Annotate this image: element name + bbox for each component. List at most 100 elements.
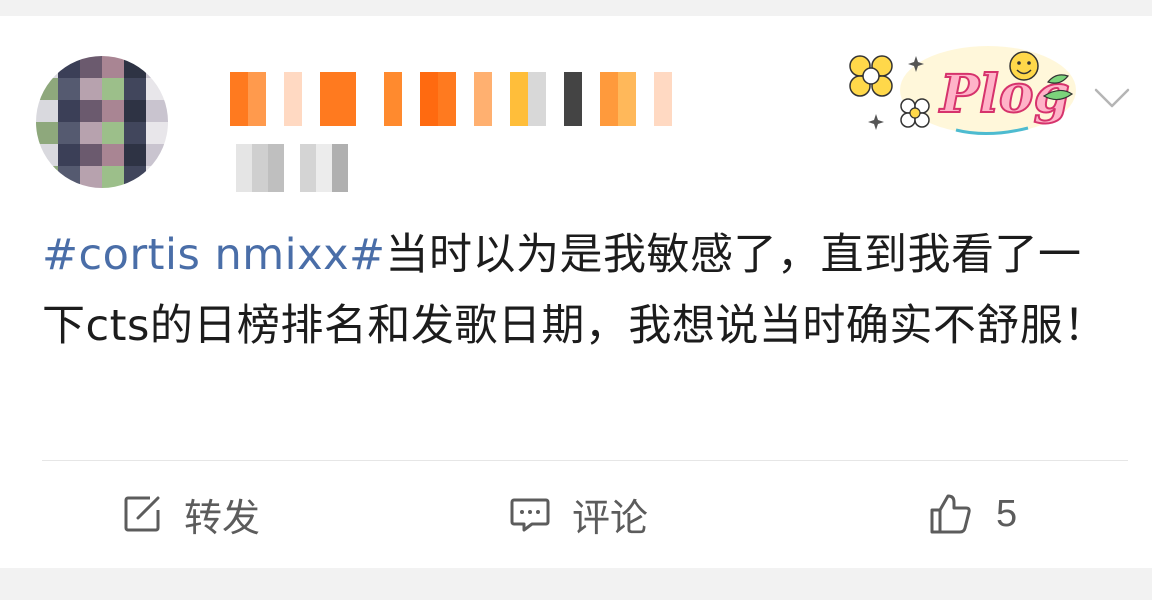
- mosaic-pixel: [284, 176, 300, 192]
- mosaic-pixel: [618, 90, 636, 108]
- mosaic-pixel: [102, 100, 124, 122]
- mosaic-pixel: [316, 160, 332, 176]
- mosaic-pixel: [102, 78, 124, 100]
- mosaic-pixel: [302, 108, 320, 126]
- mosaic-pixel: [600, 108, 618, 126]
- mosaic-pixel: [220, 176, 236, 192]
- mosaic-pixel: [384, 90, 402, 108]
- mosaic-pixel: [618, 72, 636, 90]
- mosaic-pixel: [252, 176, 268, 192]
- mosaic-pixel: [146, 100, 168, 122]
- mosaic-pixel: [384, 108, 402, 126]
- mosaic-pixel: [102, 144, 124, 166]
- mosaic-pixel: [102, 166, 124, 188]
- white-flower-icon: [900, 98, 930, 128]
- mosaic-pixel: [338, 72, 356, 90]
- mosaic-pixel: [438, 90, 456, 108]
- mosaic-pixel: [268, 160, 284, 176]
- hashtag-link[interactable]: #cortis nmixx#: [42, 230, 386, 280]
- mosaic-pixel: [284, 90, 302, 108]
- avatar[interactable]: [36, 56, 168, 188]
- mosaic-pixel: [80, 100, 102, 122]
- mosaic-pixel: [402, 90, 420, 108]
- yellow-flower-icon: [849, 55, 893, 97]
- mosaic-pixel: [124, 166, 146, 188]
- mosaic-pixel: [58, 56, 80, 78]
- mosaic-pixel: [316, 144, 332, 160]
- mosaic-pixel: [600, 72, 618, 90]
- mosaic-pixel: [80, 78, 102, 100]
- mosaic-pixel: [456, 72, 474, 90]
- mosaic-pixel: [36, 78, 58, 100]
- mosaic-pixel: [300, 160, 316, 176]
- mosaic-pixel: [124, 100, 146, 122]
- chevron-down-icon: [1094, 88, 1130, 108]
- mosaic-pixel: [268, 144, 284, 160]
- mosaic-pixel: [654, 108, 672, 126]
- mosaic-pixel: [384, 72, 402, 90]
- mosaic-pixel: [268, 176, 284, 192]
- mosaic-pixel: [672, 90, 690, 108]
- mosaic-pixel: [492, 72, 510, 90]
- mosaic-pixel: [102, 56, 124, 78]
- mosaic-pixel: [438, 72, 456, 90]
- mosaic-pixel: [58, 78, 80, 100]
- mosaic-pixel: [80, 166, 102, 188]
- post-card: Plog #cortis nmixx#当时以为是我敏感了，直到我看了一下cts的…: [0, 16, 1152, 568]
- mosaic-pixel: [36, 122, 58, 144]
- mosaic-pixel: [636, 108, 654, 126]
- mosaic-pixel: [36, 100, 58, 122]
- mosaic-pixel: [636, 72, 654, 90]
- mosaic-pixel: [220, 144, 236, 160]
- repost-button[interactable]: 转发: [120, 488, 260, 540]
- mosaic-pixel: [266, 72, 284, 90]
- mosaic-pixel: [266, 108, 284, 126]
- mosaic-pixel: [492, 108, 510, 126]
- mosaic-pixel: [146, 144, 168, 166]
- mosaic-pixel: [236, 176, 252, 192]
- mosaic-pixel: [564, 72, 582, 90]
- mosaic-pixel: [320, 72, 338, 90]
- mosaic-pixel: [58, 144, 80, 166]
- mosaic-pixel: [528, 90, 546, 108]
- mosaic-pixel: [338, 90, 356, 108]
- mosaic-pixel: [564, 108, 582, 126]
- mosaic-pixel: [36, 144, 58, 166]
- mosaic-pixel: [672, 72, 690, 90]
- mosaic-pixel: [672, 108, 690, 126]
- mosaic-pixel: [402, 108, 420, 126]
- mosaic-pixel: [654, 90, 672, 108]
- mosaic-pixel: [266, 90, 284, 108]
- mosaic-pixel: [284, 160, 300, 176]
- mosaic-pixel: [102, 122, 124, 144]
- mosaic-pixel: [252, 144, 268, 160]
- username-mosaic-2[interactable]: [384, 72, 690, 126]
- edit-share-icon: [124, 496, 160, 532]
- mosaic-pixel: [546, 72, 564, 90]
- divider: [42, 460, 1128, 461]
- mosaic-pixel: [212, 108, 230, 126]
- mosaic-pixel: [146, 122, 168, 144]
- comment-button[interactable]: 评论: [508, 488, 648, 540]
- repost-label: 转发: [184, 495, 261, 540]
- mosaic-pixel: [80, 122, 102, 144]
- like-button[interactable]: 5: [926, 488, 1017, 540]
- mosaic-pixel: [124, 56, 146, 78]
- mosaic-pixel: [564, 90, 582, 108]
- post-menu-button[interactable]: [1092, 78, 1132, 118]
- mosaic-pixel: [618, 108, 636, 126]
- mosaic-pixel: [654, 72, 672, 90]
- mosaic-pixel: [582, 72, 600, 90]
- mosaic-pixel: [582, 90, 600, 108]
- mosaic-pixel: [36, 166, 58, 188]
- mosaic-pixel: [220, 160, 236, 176]
- comment-label: 评论: [572, 495, 649, 540]
- mosaic-pixel: [230, 72, 248, 90]
- mosaic-pixel: [636, 90, 654, 108]
- post-body: #cortis nmixx#当时以为是我敏感了，直到我看了一下cts的日榜排名和…: [42, 220, 1112, 362]
- mosaic-pixel: [474, 90, 492, 108]
- mosaic-pixel: [356, 108, 374, 126]
- mosaic-pixel: [124, 144, 146, 166]
- mosaic-pixel: [80, 144, 102, 166]
- mosaic-pixel: [300, 176, 316, 192]
